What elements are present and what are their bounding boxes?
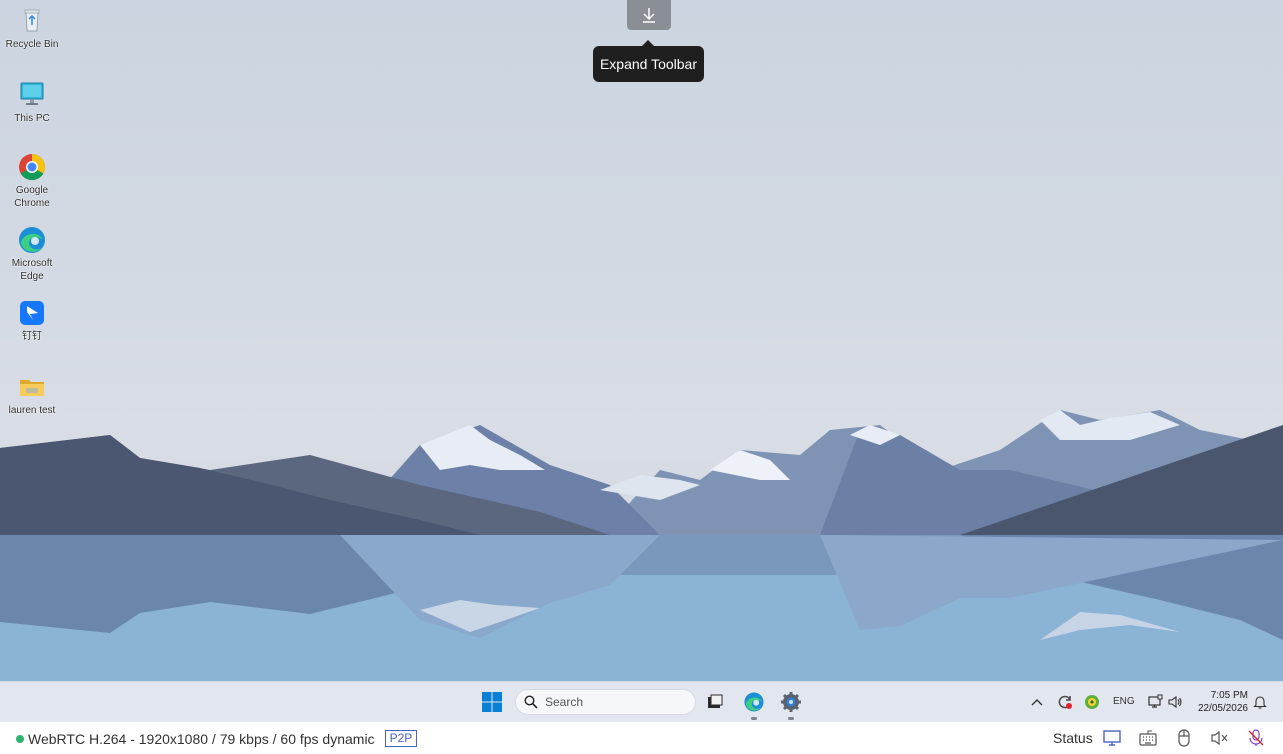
remote-session-statusbar: WebRTC H.264 - 1920x1080 / 79 kbps / 60 … <box>0 721 1283 754</box>
desktop: Recycle Bin This PC Google Chrome Micros… <box>0 0 1283 682</box>
expand-toolbar-tooltip: Expand Toolbar <box>593 40 704 82</box>
expand-toolbar-button[interactable] <box>627 0 671 30</box>
language-indicator[interactable]: ENG <box>1113 696 1135 707</box>
show-hidden-icons-button[interactable] <box>1029 690 1045 714</box>
tray-app-icon <box>1085 695 1099 709</box>
desktop-icon-label: 钉钉 <box>22 331 42 342</box>
edge-icon <box>19 227 45 253</box>
speaker-icon <box>1168 695 1182 709</box>
desktop-icon-microsoft-edge[interactable]: Microsoft Edge <box>2 225 62 283</box>
taskbar-settings-button[interactable] <box>779 690 803 720</box>
download-arrow-icon <box>643 8 655 23</box>
running-indicator <box>788 717 794 720</box>
tray-sync-button[interactable] <box>1055 690 1075 714</box>
windows-logo-icon <box>482 692 502 712</box>
bell-icon <box>1253 696 1267 709</box>
status-button[interactable]: Status <box>1053 730 1093 746</box>
wallpaper <box>0 410 1283 682</box>
chevron-up-icon <box>1031 699 1043 706</box>
tray-time: 7:05 PM <box>1210 690 1248 701</box>
p2p-badge: P2P <box>384 730 418 747</box>
desktop-icon-recycle-bin[interactable]: Recycle Bin <box>2 6 62 51</box>
microphone-muted-icon[interactable] <box>1246 728 1266 748</box>
desktop-icon-google-chrome[interactable]: Google Chrome <box>2 152 62 210</box>
tray-app-button[interactable] <box>1082 690 1102 714</box>
this-pc-icon <box>20 82 44 105</box>
mute-icon[interactable] <box>1210 728 1230 748</box>
desktop-icon-label: This PC <box>14 113 50 124</box>
running-indicator <box>751 717 757 720</box>
network-icon <box>1148 694 1163 708</box>
edge-icon <box>744 692 764 712</box>
mouse-icon[interactable] <box>1174 728 1194 748</box>
task-view-icon <box>708 694 723 708</box>
start-button[interactable] <box>480 690 504 714</box>
network-button[interactable] <box>1145 690 1165 714</box>
task-view-button[interactable] <box>704 690 726 714</box>
taskbar: Search ENG 7:05 PM 22/05/2026 <box>0 681 1283 722</box>
keyboard-icon[interactable] <box>1138 728 1158 748</box>
notifications-button[interactable] <box>1251 690 1269 714</box>
taskbar-edge-button[interactable] <box>742 690 766 720</box>
search-icon <box>524 695 538 709</box>
stream-info: WebRTC H.264 - 1920x1080 / 79 kbps / 60 … <box>28 730 375 747</box>
desktop-icon-label: Google Chrome <box>14 185 50 209</box>
recycle-bin-icon <box>24 9 40 32</box>
gear-icon <box>781 692 801 712</box>
dingtalk-icon <box>20 301 44 325</box>
tray-clock[interactable]: 7:05 PM 22/05/2026 <box>1190 689 1248 715</box>
folder-icon <box>20 380 44 396</box>
desktop-icon-label: Microsoft Edge <box>11 258 53 282</box>
desktop-icon-this-pc[interactable]: This PC <box>2 80 62 125</box>
search-placeholder: Search <box>545 695 584 709</box>
desktop-icon-label: Recycle Bin <box>5 39 59 50</box>
display-icon[interactable] <box>1102 728 1122 748</box>
taskbar-search[interactable]: Search <box>515 689 696 715</box>
sync-icon <box>1058 695 1072 709</box>
tray-date: 22/05/2026 <box>1197 703 1248 714</box>
desktop-icon-label: lauren test <box>8 405 56 416</box>
connection-status-dot <box>16 734 24 743</box>
volume-button[interactable] <box>1165 690 1185 714</box>
desktop-icon-dingtalk[interactable]: 钉钉 <box>2 298 62 343</box>
chrome-icon <box>19 154 46 181</box>
desktop-icon-lauren-test[interactable]: lauren test <box>2 372 62 417</box>
